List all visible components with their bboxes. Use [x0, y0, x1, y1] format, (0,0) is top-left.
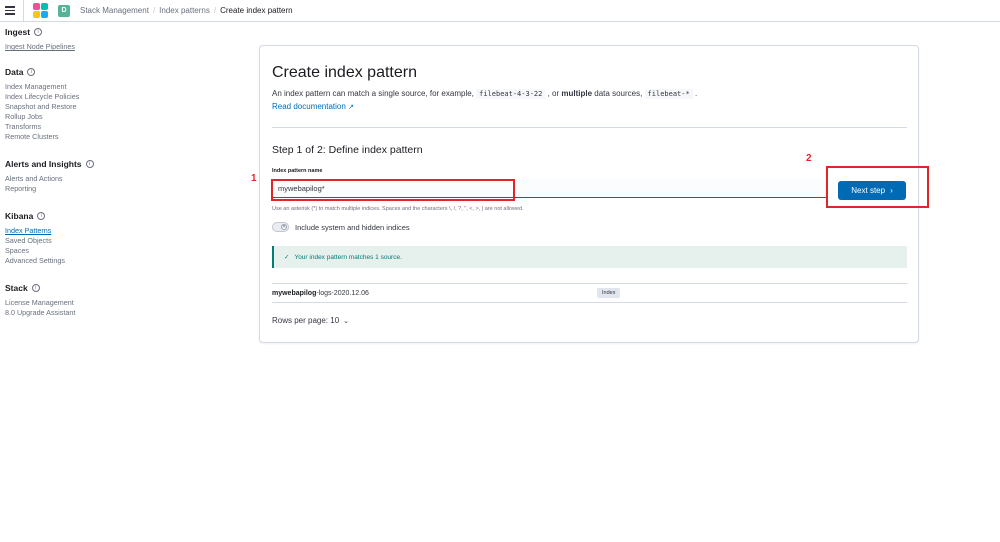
- info-icon[interactable]: i: [34, 28, 43, 36]
- breadcrumb-separator: /: [213, 6, 217, 15]
- sidebar-group-kibana: Kibana i Index Patterns Saved Objects Spa…: [5, 210, 145, 266]
- sidebar-group-ingest: Ingest i Ingest Node Pipelines: [5, 26, 145, 52]
- menu-icon[interactable]: [5, 6, 15, 15]
- rows-per-page-selector[interactable]: Rows per page: 10 ⌄: [272, 316, 349, 325]
- breadcrumb-index-patterns[interactable]: Index patterns: [159, 6, 210, 15]
- sidebar-group-title: Data i: [5, 66, 145, 78]
- sidebar-item-alerts-and-actions[interactable]: Alerts and Actions: [5, 174, 145, 184]
- read-documentation-link[interactable]: Read documentation ↗: [272, 102, 354, 111]
- step-title: Step 1 of 2: Define index pattern: [272, 144, 423, 156]
- breadcrumb: Stack Management / Index patterns / Crea…: [80, 6, 293, 15]
- sidebar-item-transforms[interactable]: Transforms: [5, 122, 145, 132]
- sidebar-item-saved-objects[interactable]: Saved Objects: [5, 236, 145, 246]
- sidebar-item-index-management[interactable]: Index Management: [5, 82, 145, 92]
- example-single-code: filebeat-4-3-22: [476, 89, 546, 99]
- sidebar-item-license-management[interactable]: License Management: [5, 298, 145, 308]
- breadcrumb-current: Create index pattern: [220, 6, 293, 15]
- sidebar-group-title: Stack i: [5, 282, 145, 294]
- info-icon[interactable]: i: [85, 160, 94, 168]
- external-link-icon: ↗: [348, 104, 354, 111]
- include-hidden-toggle[interactable]: ✕: [272, 222, 289, 232]
- sidebar-item-ingest-node-pipelines[interactable]: Ingest Node Pipelines: [5, 42, 145, 52]
- info-icon[interactable]: i: [27, 68, 36, 76]
- index-pattern-name-label: Index pattern name: [272, 168, 323, 174]
- breadcrumb-stack-management[interactable]: Stack Management: [80, 6, 149, 15]
- sidebar-group-stack: Stack i License Management 8.0 Upgrade As…: [5, 282, 145, 318]
- page-description: An index pattern can match a single sour…: [272, 89, 698, 99]
- page-title: Create index pattern: [272, 64, 417, 81]
- annotation-number-2: 2: [806, 153, 812, 164]
- sidebar: Ingest i Ingest Node Pipelines Data i Inde…: [5, 26, 145, 330]
- sidebar-item-upgrade-assistant[interactable]: 8.0 Upgrade Assistant: [5, 308, 145, 318]
- chevron-down-icon: ⌄: [343, 317, 350, 325]
- annotation-box-2: [826, 166, 929, 208]
- info-icon[interactable]: i: [37, 212, 46, 220]
- matched-index-name: mywebapilog-logs-2020.12.06: [272, 289, 369, 297]
- check-icon: ✓: [284, 254, 290, 261]
- index-badge: Index: [597, 288, 621, 298]
- sidebar-group-data: Data i Index Management Index Lifecycle P…: [5, 66, 145, 142]
- info-icon[interactable]: i: [31, 284, 40, 292]
- sidebar-item-spaces[interactable]: Spaces: [5, 246, 145, 256]
- sidebar-group-title: Ingest i: [5, 26, 145, 38]
- annotation-number-1: 1: [251, 173, 257, 184]
- input-help-text: Use an asterisk (*) to match multiple in…: [272, 206, 524, 212]
- divider: [272, 127, 907, 128]
- sidebar-item-index-patterns[interactable]: Index Patterns: [5, 226, 145, 236]
- include-hidden-toggle-row: ✕ Include system and hidden indices: [272, 222, 410, 232]
- sidebar-item-snapshot-and-restore[interactable]: Snapshot and Restore: [5, 102, 145, 112]
- sidebar-item-reporting[interactable]: Reporting: [5, 184, 145, 194]
- close-icon: ✕: [281, 224, 287, 230]
- success-callout: ✓ Your index pattern matches 1 source.: [272, 246, 907, 268]
- annotation-box-1: [271, 179, 515, 201]
- sidebar-group-title: Kibana i: [5, 210, 145, 222]
- space-avatar[interactable]: D: [58, 4, 70, 17]
- sidebar-group-alerts: Alerts and Insights i Alerts and Actions …: [5, 158, 145, 194]
- sidebar-group-title: Alerts and Insights i: [5, 158, 145, 170]
- breadcrumb-separator: /: [152, 6, 156, 15]
- toggle-label: Include system and hidden indices: [295, 222, 410, 232]
- header-divider: [23, 0, 24, 22]
- table-row: mywebapilog-logs-2020.12.06 Index: [272, 283, 907, 303]
- sidebar-item-index-lifecycle-policies[interactable]: Index Lifecycle Policies: [5, 92, 145, 102]
- elastic-logo-icon[interactable]: [33, 2, 49, 19]
- sidebar-item-rollup-jobs[interactable]: Rollup Jobs: [5, 112, 145, 122]
- sidebar-item-advanced-settings[interactable]: Advanced Settings: [5, 256, 145, 266]
- sidebar-item-remote-clusters[interactable]: Remote Clusters: [5, 132, 145, 142]
- example-multi-code: filebeat-*: [644, 89, 693, 99]
- top-header: D Stack Management / Index patterns / Cr…: [0, 0, 1000, 22]
